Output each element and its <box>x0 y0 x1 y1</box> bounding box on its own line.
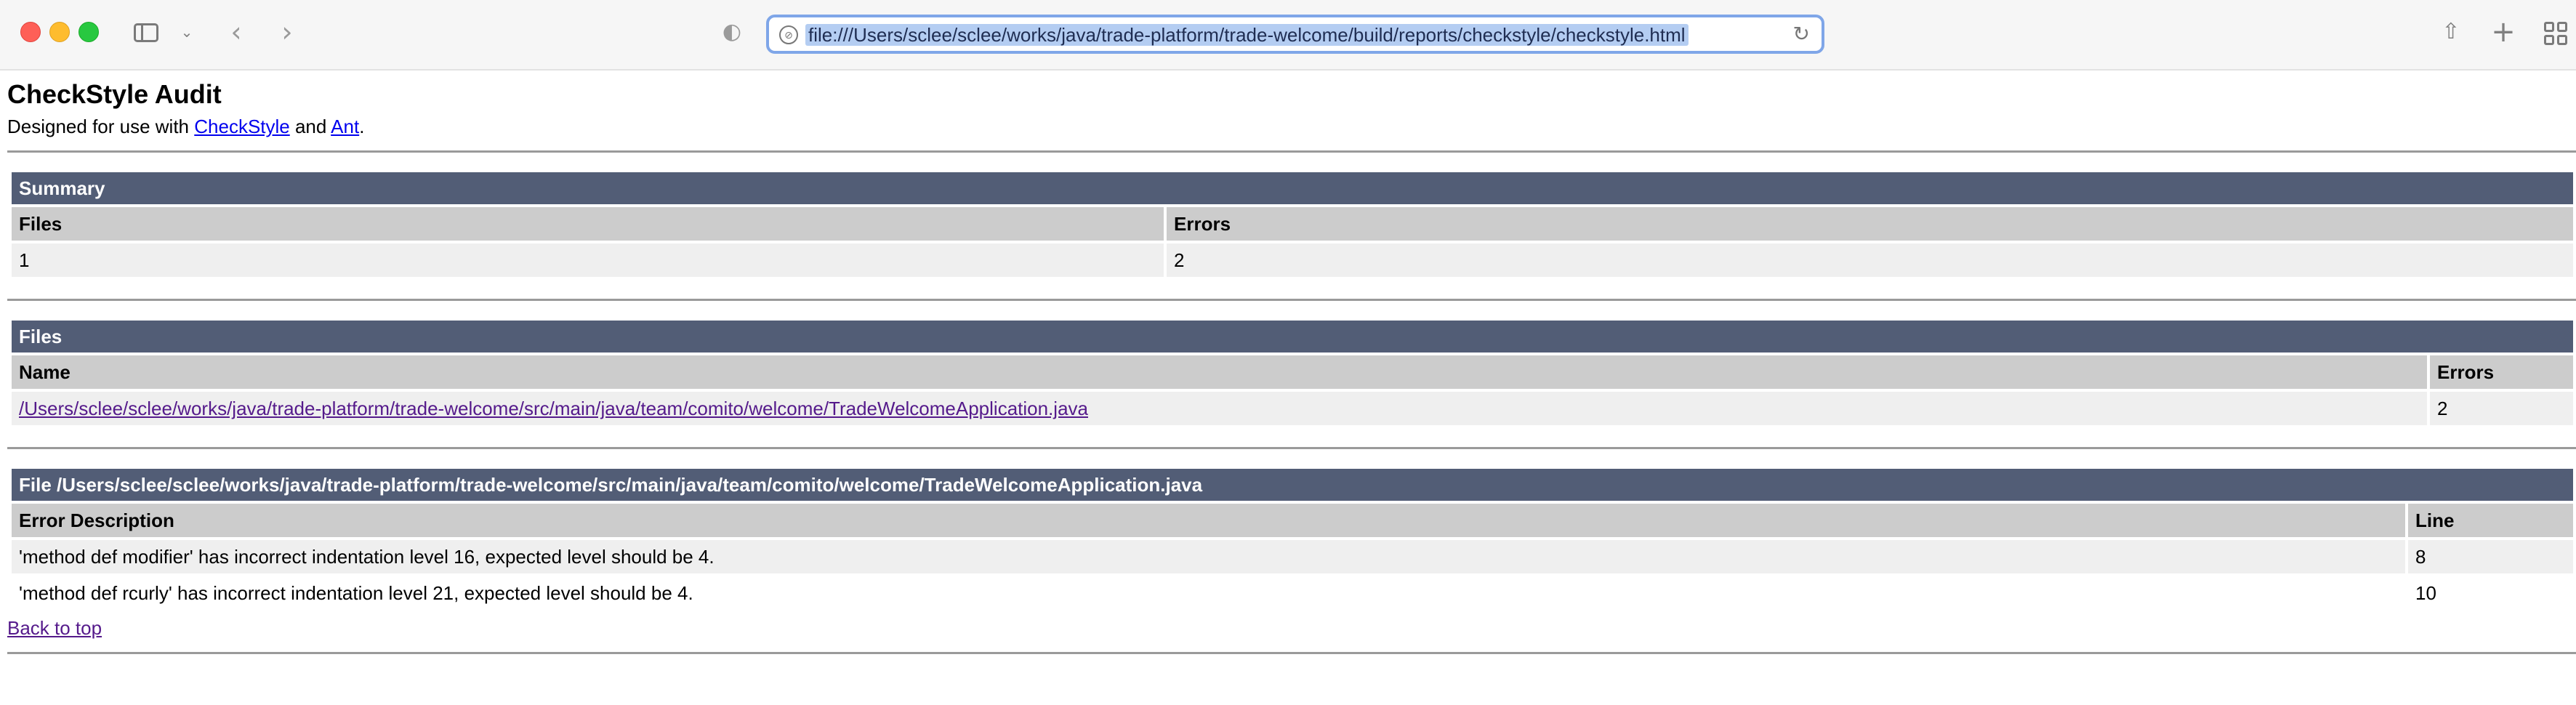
files-header-row: Files <box>12 321 2573 352</box>
browser-toolbar: ⌄ ‹ › ◐ ⊘ file:///Users/sclee/sclee/work… <box>0 0 2576 70</box>
tagline-prefix: Designed for use with <box>7 116 195 137</box>
summary-heading: Summary <box>12 172 2573 204</box>
reload-icon[interactable]: ↻ <box>1793 23 1810 45</box>
error-line: 8 <box>2408 540 2573 573</box>
table-row: 1 2 <box>12 243 2573 277</box>
minimize-window-button[interactable] <box>49 22 70 42</box>
divider <box>7 150 2576 153</box>
error-line: 10 <box>2408 576 2573 610</box>
col-error-description: Error Description <box>12 504 2405 537</box>
close-window-button[interactable] <box>20 22 41 42</box>
tagline-middle: and <box>289 116 331 137</box>
sidebar-icon[interactable] <box>134 16 161 48</box>
files-columns-row: Name Errors <box>12 355 2573 389</box>
error-description: 'method def modifier' has incorrect inde… <box>12 540 2405 573</box>
file-name-cell: /Users/sclee/sclee/works/java/trade-plat… <box>12 392 2427 425</box>
ant-link[interactable]: Ant <box>331 116 359 137</box>
files-col-name: Name <box>12 355 2427 389</box>
file-link[interactable]: /Users/sclee/sclee/works/java/trade-plat… <box>19 398 1088 419</box>
summary-files-count: 1 <box>12 243 1164 277</box>
checkstyle-link[interactable]: CheckStyle <box>194 116 290 137</box>
url-text[interactable]: file:///Users/sclee/sclee/works/java/tra… <box>805 24 1689 46</box>
privacy-shield-icon[interactable]: ◐ <box>720 16 744 48</box>
col-line: Line <box>2408 504 2573 537</box>
summary-errors-count: 2 <box>1167 243 2573 277</box>
tagline-suffix: . <box>359 116 365 137</box>
files-heading: Files <box>12 321 2573 352</box>
file-errors-cell: 2 <box>2430 392 2573 425</box>
files-col-errors: Errors <box>2430 355 2573 389</box>
table-row: 'method def rcurly' has incorrect indent… <box>12 576 2573 610</box>
forward-icon[interactable]: › <box>276 16 298 48</box>
file-detail-header-row: File /Users/sclee/sclee/works/java/trade… <box>12 469 2573 501</box>
file-detail-heading: File /Users/sclee/sclee/works/java/trade… <box>12 469 2573 501</box>
tab-overview-icon[interactable] <box>2541 16 2573 48</box>
error-description: 'method def rcurly' has incorrect indent… <box>12 576 2405 610</box>
page-title: CheckStyle Audit <box>7 79 222 109</box>
zoom-window-button[interactable] <box>79 22 99 42</box>
compass-icon: ⊘ <box>779 25 798 44</box>
files-table: Files Name Errors /Users/sclee/sclee/wor… <box>9 318 2576 428</box>
chevron-down-icon[interactable]: ⌄ <box>177 16 196 48</box>
file-detail-table: File /Users/sclee/sclee/works/java/trade… <box>9 466 2576 613</box>
divider <box>7 652 2576 654</box>
file-detail-columns-row: Error Description Line <box>12 504 2573 537</box>
tagline: Designed for use with CheckStyle and Ant… <box>7 116 364 138</box>
summary-columns-row: Files Errors <box>12 207 2573 241</box>
divider <box>7 299 2576 301</box>
share-icon[interactable]: ⇧ <box>2436 16 2466 48</box>
back-to-top-link[interactable]: Back to top <box>7 617 102 640</box>
summary-table: Summary Files Errors 1 2 <box>9 169 2576 280</box>
summary-col-files: Files <box>12 207 1164 241</box>
table-row: 'method def modifier' has incorrect inde… <box>12 540 2573 573</box>
new-tab-icon[interactable]: + <box>2489 16 2518 48</box>
address-bar[interactable]: ⊘ file:///Users/sclee/sclee/works/java/t… <box>766 15 1824 54</box>
summary-col-errors: Errors <box>1167 207 2573 241</box>
back-icon[interactable]: ‹ <box>225 16 247 48</box>
divider <box>7 447 2576 449</box>
table-row: /Users/sclee/sclee/works/java/trade-plat… <box>12 392 2573 425</box>
summary-header-row: Summary <box>12 172 2573 204</box>
